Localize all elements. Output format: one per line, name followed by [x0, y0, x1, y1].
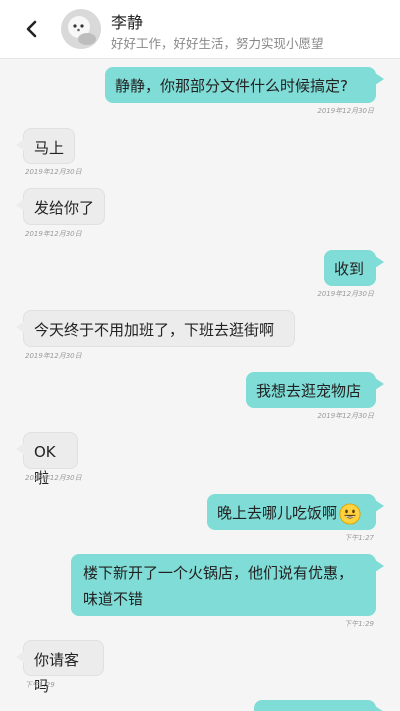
message-bubble-outgoing[interactable]: 收到 [324, 250, 384, 286]
message-time: 2019年12月30日 [25, 474, 82, 482]
message-time: 2019年12月30日 [25, 168, 82, 176]
message-time: 2019年12月30日 [317, 107, 374, 115]
message-text: 发给你了 [34, 199, 95, 217]
message-time: 2019年12月30日 [25, 352, 82, 360]
message-text: 收到 [334, 260, 365, 278]
contact-name: 李静 [111, 13, 144, 32]
message-text: 马上 [34, 139, 65, 157]
message-bubble-incoming[interactable]: 今天终于不用加班了，下班去逛街啊 [16, 310, 295, 347]
message-time: 下午1:27 [344, 534, 374, 542]
avatar[interactable] [61, 9, 101, 49]
message-bubble-incoming[interactable]: 发给你了 [16, 188, 105, 225]
message-time: 下午1:29 [25, 681, 55, 689]
message-bubble-incoming[interactable]: 你请客吗 [16, 640, 104, 695]
message-bubble-incoming[interactable]: 马上 [16, 128, 75, 164]
message-time: 2019年12月30日 [317, 412, 374, 420]
message-bubble-outgoing[interactable]: 楼下新开了一个火锅店，他们说有优惠，味道不错 [71, 554, 384, 616]
message-bubble-outgoing-partial[interactable] [254, 700, 384, 711]
message-list[interactable]: 静静，你那部分文件什么时候搞定? 2019年12月30日 马上 2019年12月… [0, 59, 400, 711]
chevron-left-icon[interactable] [20, 17, 44, 41]
message-bubble-outgoing[interactable]: 静静，你那部分文件什么时候搞定? [105, 67, 384, 103]
message-bubble-incoming[interactable]: OK啦 [16, 432, 78, 487]
message-text: 晚上去哪儿吃饭啊 [217, 504, 338, 522]
message-time: 2019年12月30日 [25, 230, 82, 238]
contact-status: 好好工作，好好生活，努力实现小愿望 [111, 36, 324, 51]
message-text: 楼下新开了一个火锅店，他们说有优惠，味道不错 [83, 564, 354, 608]
message-bubble-outgoing[interactable]: 我想去逛宠物店 [246, 372, 384, 408]
grinning-face-icon [339, 502, 361, 525]
message-bubble-outgoing[interactable]: 晚上去哪儿吃饭啊 [207, 494, 384, 530]
message-text: 今天终于不用加班了，下班去逛街啊 [34, 321, 275, 339]
message-time: 2019年12月30日 [317, 290, 374, 298]
message-text: 我想去逛宠物店 [256, 382, 362, 400]
chat-header: 李静 好好工作，好好生活，努力实现小愿望 [0, 0, 400, 59]
message-time: 下午1:29 [344, 620, 374, 628]
message-text: 静静，你那部分文件什么时候搞定? [115, 77, 348, 95]
